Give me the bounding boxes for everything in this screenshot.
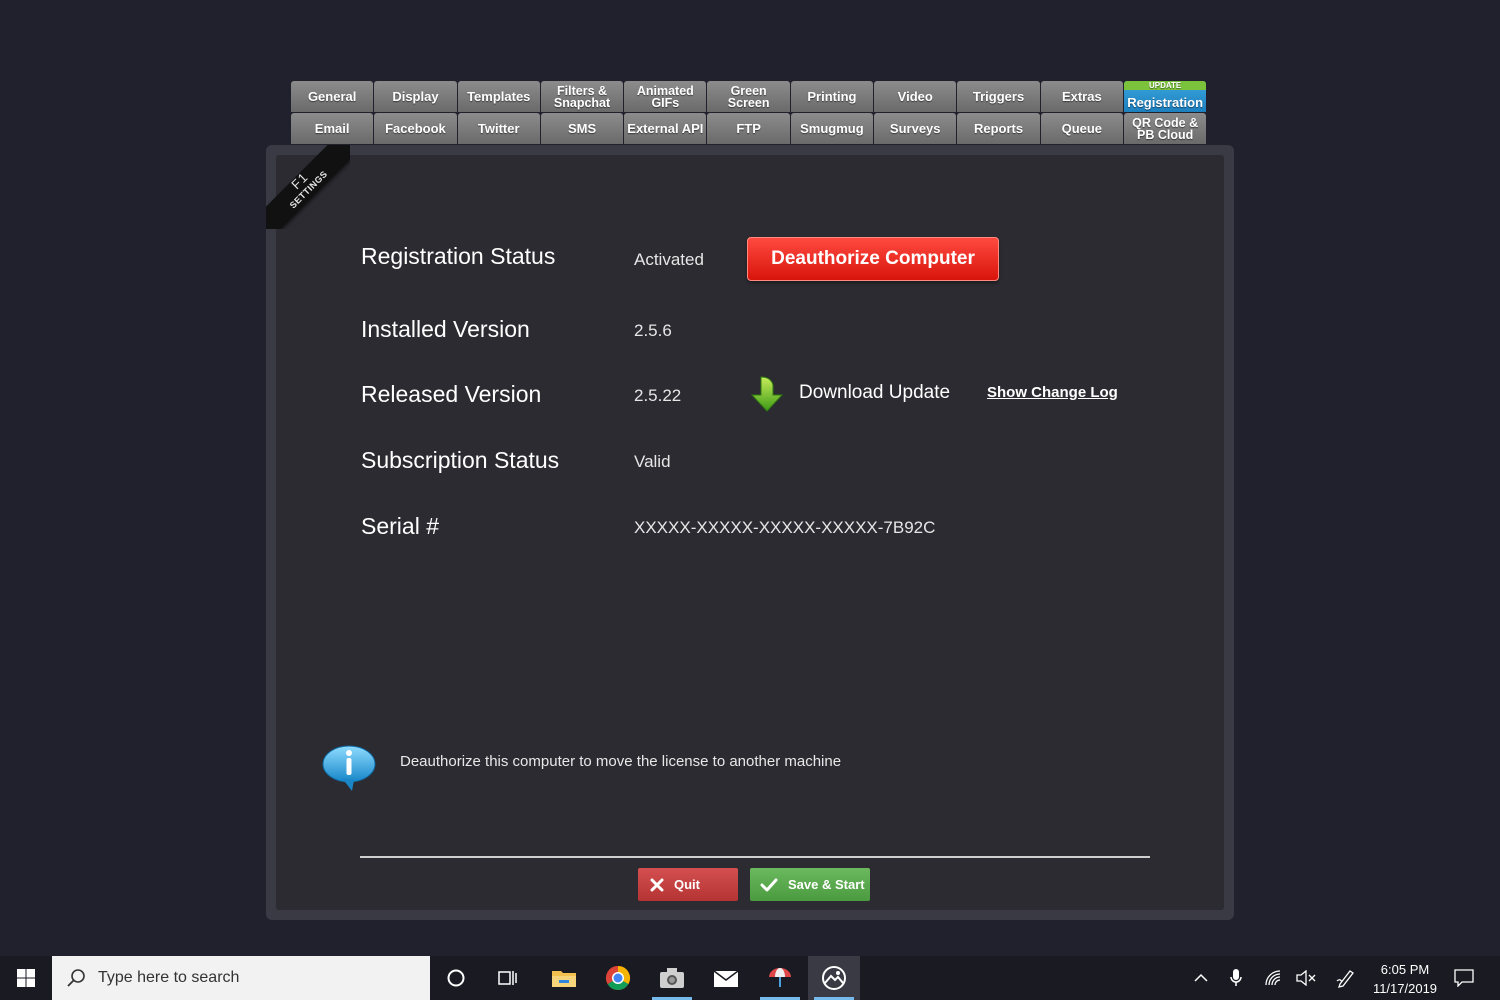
settings-ribbon-band: F1 SETTINGS bbox=[266, 145, 350, 229]
tab-facebook[interactable]: Facebook bbox=[374, 113, 457, 144]
tab-display[interactable]: Display bbox=[374, 81, 457, 112]
deauthorize-computer-button[interactable]: Deauthorize Computer bbox=[747, 237, 999, 281]
tab-surveys[interactable]: Surveys bbox=[874, 113, 957, 144]
save-and-start-label: Save & Start bbox=[788, 877, 865, 892]
tab-registration-label: Registration bbox=[1127, 94, 1204, 110]
camera-icon bbox=[660, 968, 684, 988]
chrome-icon bbox=[605, 966, 631, 991]
tab-video[interactable]: Video bbox=[874, 81, 957, 112]
quit-label: Quit bbox=[674, 877, 700, 892]
taskbar-search[interactable] bbox=[52, 956, 430, 1000]
download-arrow-icon[interactable] bbox=[749, 375, 785, 413]
volume-muted-icon bbox=[1296, 970, 1316, 986]
pen-icon bbox=[1336, 970, 1354, 988]
subscription-status-label: Subscription Status bbox=[361, 447, 560, 473]
clock-date: 11/17/2019 bbox=[1372, 981, 1438, 996]
tab-row-1: General Display Templates Filters & Snap… bbox=[291, 81, 1207, 112]
tab-sms[interactable]: SMS bbox=[540, 113, 624, 144]
cortana-button[interactable] bbox=[430, 956, 482, 1000]
show-hidden-icons-button[interactable] bbox=[1190, 956, 1212, 1000]
installed-version-value: 2.5.6 bbox=[634, 321, 672, 340]
download-update-button[interactable]: Download Update bbox=[799, 382, 950, 404]
task-view-button[interactable] bbox=[482, 956, 534, 1000]
tab-qr-code-pb-cloud[interactable]: QR Code & PB Cloud bbox=[1123, 113, 1207, 144]
checkmark-icon bbox=[760, 878, 778, 891]
pen-workspace-button[interactable] bbox=[1333, 956, 1359, 1000]
photos-app-button[interactable] bbox=[808, 956, 860, 1000]
clock-time: 6:05 PM bbox=[1380, 962, 1430, 977]
tab-triggers[interactable]: Triggers bbox=[957, 81, 1040, 112]
registration-status-label: Registration Status bbox=[361, 243, 556, 269]
tab-green-screen[interactable]: Green Screen bbox=[707, 81, 790, 112]
installed-version-label: Installed Version bbox=[361, 316, 530, 342]
folder-icon bbox=[552, 971, 576, 987]
tab-animated-gifs[interactable]: Animated GIFs bbox=[624, 81, 707, 112]
subscription-status-value: Valid bbox=[634, 452, 671, 471]
update-badge: UPDATE bbox=[1123, 81, 1207, 90]
chevron-up-icon bbox=[1194, 973, 1208, 982]
tab-ftp[interactable]: FTP bbox=[707, 113, 790, 144]
footer-divider bbox=[360, 856, 1150, 858]
volume-tray-button[interactable] bbox=[1293, 956, 1319, 1000]
notification-icon bbox=[1454, 969, 1474, 987]
tab-printing[interactable]: Printing bbox=[790, 81, 874, 112]
network-tray-button[interactable] bbox=[1260, 956, 1286, 1000]
microphone-tray-button[interactable] bbox=[1224, 956, 1248, 1000]
camera-app-button[interactable] bbox=[646, 956, 698, 1000]
tab-filters-snapchat[interactable]: Filters & Snapchat bbox=[540, 81, 624, 112]
photobooth-button[interactable] bbox=[754, 956, 806, 1000]
show-change-log-link[interactable]: Show Change Log bbox=[987, 384, 1118, 401]
settings-tabs: General Display Templates Filters & Snap… bbox=[291, 81, 1207, 144]
action-center-button[interactable] bbox=[1450, 956, 1478, 1000]
close-icon bbox=[650, 878, 664, 891]
task-view-icon bbox=[498, 971, 517, 985]
registration-status-value: Activated bbox=[634, 250, 704, 269]
tab-smugmug[interactable]: Smugmug bbox=[790, 113, 874, 144]
start-button[interactable] bbox=[0, 956, 52, 1000]
tab-row-2: Email Facebook Twitter SMS External API … bbox=[291, 113, 1207, 144]
mail-icon bbox=[713, 970, 739, 987]
info-message: Deauthorize this computer to move the li… bbox=[400, 753, 842, 770]
chrome-button[interactable] bbox=[592, 956, 644, 1000]
tab-registration[interactable]: UPDATE Registration bbox=[1123, 81, 1207, 112]
released-version-value: 2.5.22 bbox=[634, 386, 682, 405]
quit-button[interactable]: Quit bbox=[638, 868, 738, 901]
save-and-start-button[interactable]: Save & Start bbox=[750, 868, 870, 901]
search-icon bbox=[67, 969, 85, 987]
tab-queue[interactable]: Queue bbox=[1040, 113, 1123, 144]
windows-logo-icon bbox=[17, 969, 35, 987]
tab-email[interactable]: Email bbox=[291, 113, 374, 144]
taskbar-clock[interactable]: 6:05 PM 11/17/2019 bbox=[1362, 960, 1448, 998]
microphone-icon bbox=[1230, 969, 1242, 986]
tab-extras[interactable]: Extras bbox=[1040, 81, 1123, 112]
search-input[interactable] bbox=[96, 968, 400, 988]
ribbon-label: SETTINGS bbox=[287, 168, 330, 211]
tab-external-api[interactable]: External API bbox=[624, 113, 707, 144]
umbrella-app-icon bbox=[769, 968, 791, 987]
file-explorer-button[interactable] bbox=[538, 956, 590, 1000]
serial-value: XXXXX-XXXXX-XXXXX-XXXXX-7B92C bbox=[634, 518, 936, 537]
settings-ribbon: F1 SETTINGS bbox=[266, 145, 350, 229]
info-bubble-icon bbox=[322, 745, 376, 791]
mail-button[interactable] bbox=[700, 956, 752, 1000]
wifi-icon bbox=[1265, 970, 1281, 986]
tab-reports[interactable]: Reports bbox=[957, 113, 1040, 144]
serial-label: Serial # bbox=[361, 513, 439, 539]
cortana-circle-icon bbox=[447, 969, 465, 987]
released-version-label: Released Version bbox=[361, 381, 542, 407]
taskbar: 6:05 PM 11/17/2019 bbox=[0, 956, 1500, 1000]
tab-templates[interactable]: Templates bbox=[457, 81, 540, 112]
photos-icon bbox=[822, 966, 846, 990]
tab-twitter[interactable]: Twitter bbox=[457, 113, 540, 144]
tab-general[interactable]: General bbox=[291, 81, 374, 112]
